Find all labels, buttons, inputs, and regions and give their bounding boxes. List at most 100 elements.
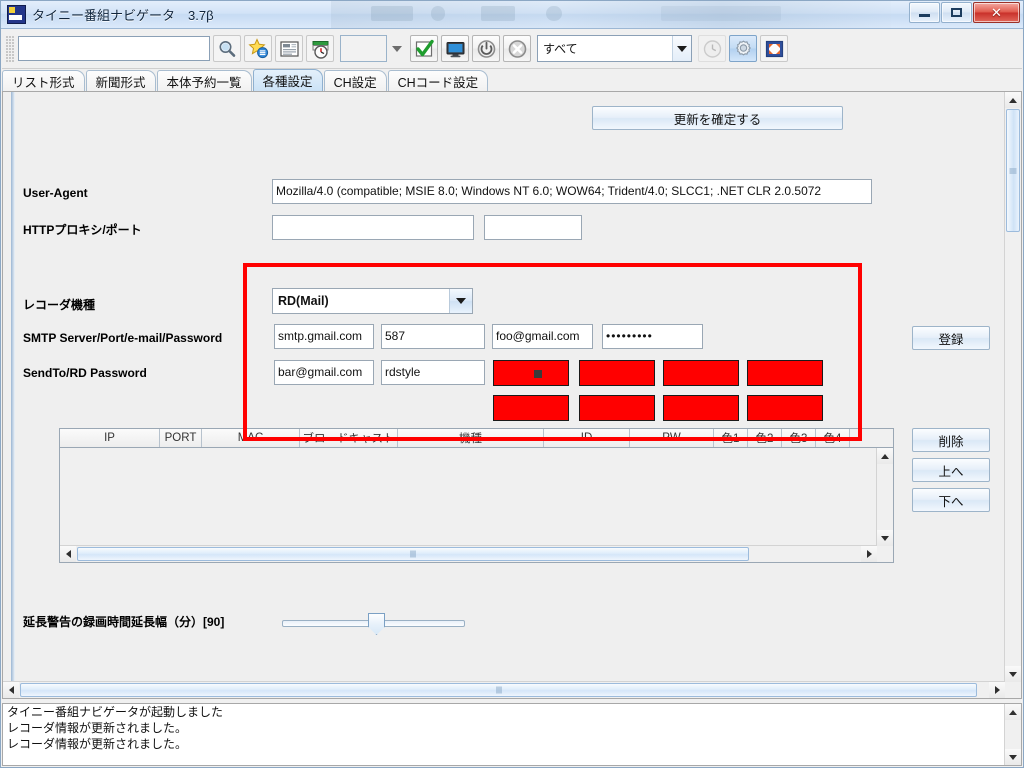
- delete-button[interactable]: 削除: [912, 428, 990, 452]
- table-column-label: PORT: [164, 432, 197, 444]
- filter-combo[interactable]: すべて: [537, 35, 692, 62]
- title-bar: タイニー番組ナビゲータ 3.7β ✕: [1, 1, 1023, 29]
- rd-password-input[interactable]: rdstyle: [381, 360, 485, 385]
- toolbar-small-combo[interactable]: [340, 35, 387, 62]
- extension-slider-label: 延長警告の録画時間延長幅（分）[90]: [23, 615, 225, 629]
- sendto-input[interactable]: bar@gmail.com: [274, 360, 374, 385]
- aero-reflection: [331, 1, 891, 28]
- timer-calendar-icon[interactable]: [306, 35, 334, 62]
- content-hscroll-thumb[interactable]: [20, 683, 977, 697]
- extension-slider-thumb[interactable]: [368, 613, 385, 635]
- move-down-button[interactable]: 下へ: [912, 488, 990, 512]
- http-proxy-port-input[interactable]: [484, 215, 582, 240]
- table-horizontal-scrollbar[interactable]: [60, 545, 877, 562]
- scroll-down-arrow[interactable]: [1005, 749, 1021, 765]
- status-log[interactable]: タイニー番組ナビゲータが起動しました レコーダ情報が更新されました。 レコーダ情報が…: [2, 703, 1022, 766]
- table-hscroll-thumb[interactable]: [77, 547, 749, 561]
- newspaper-icon[interactable]: [275, 35, 303, 62]
- tab-4[interactable]: CH設定: [323, 70, 387, 91]
- scroll-right-arrow[interactable]: [989, 682, 1005, 698]
- scroll-up-arrow[interactable]: [1005, 92, 1021, 108]
- table-column-header[interactable]: PW: [630, 429, 714, 447]
- green-check-icon[interactable]: [410, 35, 438, 62]
- table-column-label: ID: [580, 432, 593, 444]
- table-column-header[interactable]: PORT: [160, 429, 202, 447]
- user-agent-label: User-Agent: [23, 186, 88, 200]
- sendto-label: SendTo/RD Password: [23, 366, 147, 380]
- table-column-header[interactable]: MAC: [202, 429, 300, 447]
- tab-bar: リスト形式 新聞形式 本体予約一覧 各種設定 CH設定 CHコード設定: [2, 69, 1022, 92]
- tab-1[interactable]: 新聞形式: [85, 70, 156, 91]
- search-icon[interactable]: [213, 35, 241, 62]
- scroll-left-arrow[interactable]: [3, 682, 19, 698]
- register-button[interactable]: 登録: [912, 326, 990, 350]
- recorder-model-value: RD(Mail): [278, 294, 329, 308]
- content-vertical-scrollbar[interactable]: [1004, 92, 1021, 682]
- favorite-star-icon[interactable]: [244, 35, 272, 62]
- chevron-down-icon[interactable]: [449, 289, 472, 313]
- panel-edge-accent: [11, 92, 15, 682]
- http-proxy-host-input[interactable]: [272, 215, 474, 240]
- scroll-right-arrow[interactable]: [861, 546, 877, 562]
- recorder-table: IP PORT MAC ブロードキャスト 機種 ID PW 色1 色2 色3 色4: [59, 428, 894, 563]
- commit-update-button[interactable]: 更新を確定する: [592, 106, 843, 130]
- maximize-button[interactable]: [941, 2, 972, 23]
- table-column-header[interactable]: ID: [544, 429, 630, 447]
- table-column-header[interactable]: 色3: [782, 429, 816, 447]
- table-column-header[interactable]: IP: [60, 429, 160, 447]
- cancel-icon[interactable]: [503, 35, 531, 62]
- move-up-label: 上へ: [938, 464, 964, 479]
- monitor-icon[interactable]: [441, 35, 469, 62]
- tab-5[interactable]: CHコード設定: [387, 70, 489, 91]
- table-column-header[interactable]: ブロードキャスト: [300, 429, 398, 447]
- gear-icon[interactable]: [729, 35, 757, 62]
- tab-0[interactable]: リスト形式: [2, 70, 85, 91]
- redacted-field: [747, 360, 823, 386]
- smtp-email-input[interactable]: foo@gmail.com: [492, 324, 593, 349]
- table-body[interactable]: [60, 448, 877, 546]
- table-column-label: 色4: [823, 433, 842, 445]
- scroll-up-arrow[interactable]: [877, 448, 893, 464]
- tab-3[interactable]: 各種設定: [252, 69, 323, 91]
- close-button[interactable]: ✕: [973, 2, 1020, 23]
- clock-icon[interactable]: [698, 35, 726, 62]
- toolbar: すべて: [2, 29, 1022, 69]
- table-column-header[interactable]: 色4: [816, 429, 850, 447]
- status-log-scrollbar[interactable]: [1004, 704, 1021, 765]
- settings-panel: 更新を確定する User-Agent Mozilla/4.0 (compatib…: [2, 91, 1022, 699]
- tab-2[interactable]: 本体予約一覧: [156, 70, 252, 91]
- redacted-field: [493, 395, 569, 421]
- smtp-password-input[interactable]: •••••••••: [602, 324, 703, 349]
- scroll-down-arrow[interactable]: [1005, 666, 1021, 682]
- move-up-button[interactable]: 上へ: [912, 458, 990, 482]
- scroll-up-arrow[interactable]: [1005, 704, 1021, 720]
- user-agent-input[interactable]: Mozilla/4.0 (compatible; MSIE 8.0; Windo…: [272, 179, 872, 204]
- fullscreen-icon[interactable]: [760, 35, 788, 62]
- app-icon: [7, 5, 26, 24]
- table-column-header[interactable]: 色2: [748, 429, 782, 447]
- commit-update-label: 更新を確定する: [673, 112, 762, 127]
- power-icon[interactable]: [472, 35, 500, 62]
- chevron-down-icon[interactable]: [672, 36, 691, 61]
- table-column-label: PW: [662, 432, 681, 444]
- scroll-left-arrow[interactable]: [60, 546, 76, 562]
- table-column-header[interactable]: 色1: [714, 429, 748, 447]
- chevron-down-icon[interactable]: [387, 35, 407, 62]
- scroll-down-arrow[interactable]: [877, 530, 893, 546]
- filter-combo-value: すべて: [543, 42, 578, 56]
- redaction-mark: [534, 370, 542, 378]
- smtp-port-input[interactable]: 587: [381, 324, 485, 349]
- tab-label: CHコード設定: [397, 75, 479, 90]
- content-vscroll-thumb[interactable]: [1006, 109, 1020, 232]
- smtp-server-input[interactable]: smtp.gmail.com: [274, 324, 374, 349]
- content-horizontal-scrollbar[interactable]: [3, 681, 1005, 698]
- table-column-label: 色2: [755, 433, 774, 445]
- recorder-model-combo[interactable]: RD(Mail): [272, 288, 473, 314]
- window-title: タイニー番組ナビゲータ 3.7β: [32, 8, 214, 23]
- minimize-button[interactable]: [909, 2, 940, 23]
- search-input[interactable]: [18, 36, 210, 61]
- toolbar-grip[interactable]: [6, 35, 15, 62]
- table-column-header[interactable]: 機種: [398, 429, 544, 447]
- table-vertical-scrollbar[interactable]: [876, 448, 893, 546]
- http-proxy-label: HTTPプロキシ/ポート: [23, 223, 142, 237]
